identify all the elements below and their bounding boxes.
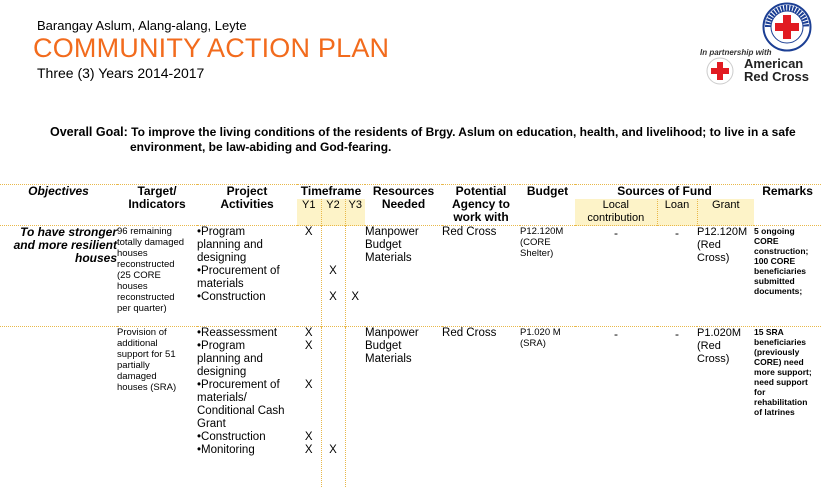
- red-cross-icon: [706, 57, 734, 85]
- col-agency: Potential Agency to work with: [452, 184, 511, 224]
- agency-cell: Red Cross: [442, 226, 497, 238]
- col-target: Target/Indicators: [128, 184, 186, 211]
- y1-cell: X: [304, 226, 313, 238]
- grant-cell: P1.020M (Red Cross): [697, 327, 742, 365]
- y2-cell: X: [320, 326, 345, 487]
- loan-cell: -: [675, 327, 680, 341]
- remarks-cell: 15 SRA beneficiaries (previously CORE) nee…: [754, 327, 812, 417]
- goal-label: Overall Goal:: [50, 125, 128, 139]
- activities-cell: •Program planning and designing •Procureme…: [197, 226, 280, 303]
- col-resources: Resources Needed: [372, 184, 435, 211]
- col-objectives: Objectives: [28, 184, 89, 198]
- goal-text-line1: To improve the living conditions of the …: [131, 125, 796, 139]
- col-y2: Y2: [320, 199, 345, 226]
- y3-cell: X: [344, 225, 366, 327]
- remarks-cell: 5 ongoing CORE construction; 100 CORE bene…: [754, 226, 809, 296]
- y1-cell: XX X XX: [304, 327, 313, 456]
- loan-cell: -: [675, 226, 680, 240]
- objective-cell: To have stronger and more resilient hous…: [13, 225, 117, 265]
- action-plan-table: Objectives Target/Indicators Project Acti…: [0, 184, 821, 487]
- col-local: Local contribution: [575, 199, 658, 226]
- local-cell: -: [614, 226, 619, 240]
- page-title: COMMUNITY ACTION PLAN: [33, 33, 390, 63]
- budget-cell: P1.020 M (SRA): [520, 327, 561, 349]
- philippine-red-cross-logo-icon: [762, 2, 812, 52]
- resources-cell: Manpower Budget Materials: [365, 226, 419, 264]
- y2-cell: X X: [320, 225, 345, 327]
- activities-cell: •Reassessment •Program planning and design…: [197, 327, 285, 456]
- col-sources: Sources of Fund: [617, 184, 712, 198]
- col-timeframe: Timeframe: [300, 184, 362, 198]
- years-subtitle: Three (3) Years 2014-2017: [37, 65, 205, 81]
- col-remarks: Remarks: [762, 184, 813, 198]
- table-row: Provision of additional support for 51 par…: [0, 326, 821, 488]
- col-loan: Loan: [656, 199, 698, 226]
- overall-goal: Overall Goal: To improve the living cond…: [50, 125, 810, 155]
- col-y3: Y3: [344, 199, 366, 226]
- target-cell: Provision of additional support for 51 par…: [117, 327, 177, 393]
- target-cell: 96 remaining totally damaged houses recons…: [117, 226, 185, 314]
- local-cell: -: [614, 327, 619, 341]
- col-y1: Y1: [297, 199, 321, 226]
- col-budget: Budget: [526, 184, 569, 198]
- american-red-cross-wordmark: American Red Cross: [744, 56, 810, 84]
- y3-cell: [344, 326, 366, 487]
- american-red-cross-logo: American Red Cross: [706, 55, 816, 87]
- budget-cell: P12.120M (CORE Shelter): [520, 226, 564, 259]
- col-project: Project Activities: [220, 184, 274, 211]
- col-grant: Grant: [696, 199, 755, 226]
- agency-cell: Red Cross: [442, 327, 497, 339]
- location-text: Barangay Aslum, Alang-alang, Leyte: [37, 18, 247, 33]
- objective-cell: [0, 327, 117, 488]
- table-row: To have stronger and more resilient hous…: [0, 225, 821, 327]
- goal-text-line2: environment, be law-abiding and God-fear…: [130, 140, 392, 154]
- grant-cell: P12.120M (Red Cross): [697, 226, 748, 264]
- resources-cell: Manpower Budget Materials: [365, 327, 419, 365]
